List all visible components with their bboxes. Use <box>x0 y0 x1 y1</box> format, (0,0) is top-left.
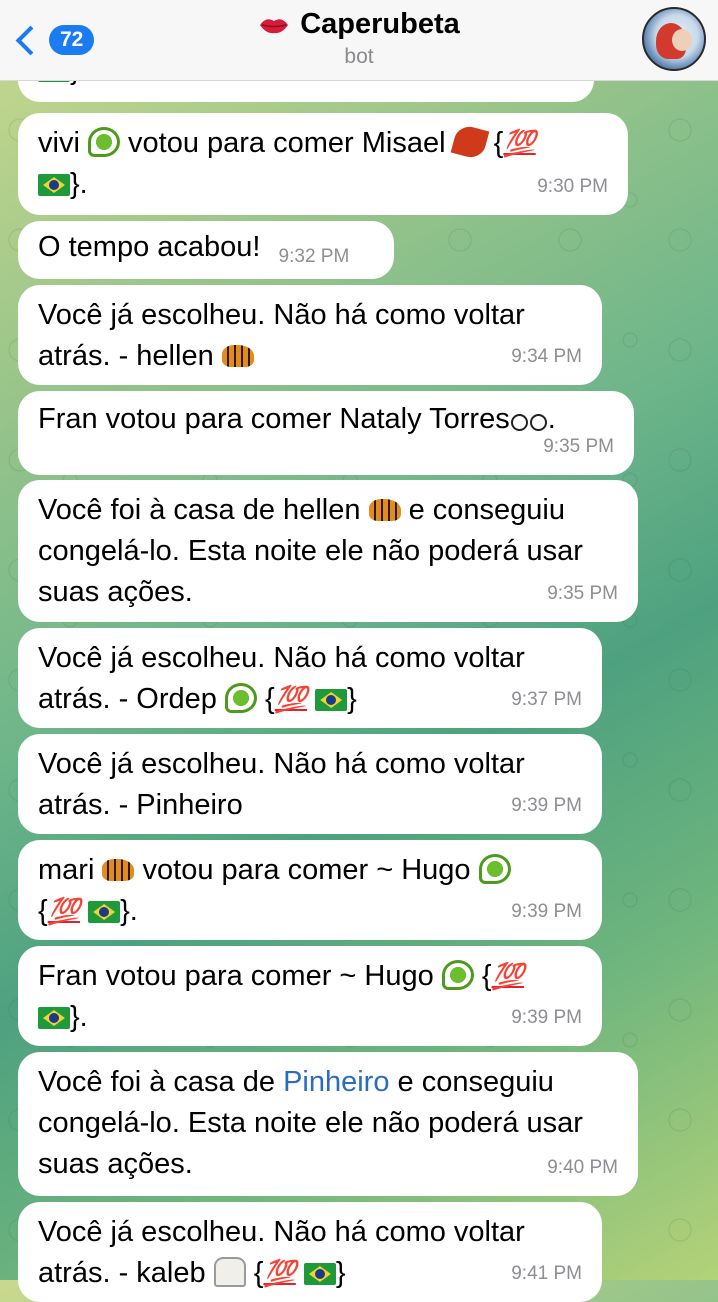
message-bubble[interactable]: vivi votou para comer Misael {💯 }. 9:30 … <box>18 113 628 215</box>
message-text: Você já escolheu. Não há como voltar atr… <box>38 1212 582 1294</box>
message-time: 9:35 PM <box>547 583 618 604</box>
message-bubble[interactable]: Você já escolheu. Não há como voltar atr… <box>18 285 602 385</box>
message-time: 9:34 PM <box>511 346 582 367</box>
message-bubble[interactable]: Você foi à casa de Pinheiro e conseguiu … <box>18 1052 638 1196</box>
avatar[interactable] <box>642 7 706 71</box>
glasses-icon <box>510 408 548 431</box>
hundred-points-icon: 💯 <box>491 961 524 991</box>
message-bubble[interactable]: Você já escolheu. Não há como voltar atr… <box>18 628 602 728</box>
user-mention-link[interactable]: Pinheiro <box>283 1066 389 1098</box>
message-text: Você já escolheu. Não há como voltar atr… <box>38 299 525 372</box>
hundred-points-icon: 💯 <box>263 1258 296 1288</box>
message-text: Fran votou para comer Nataly Torres. <box>38 403 556 435</box>
maple-leaf-icon <box>450 123 489 161</box>
message-time: 9:35 PM <box>543 436 614 457</box>
message-bubble[interactable]: Fran votou para comer ~ Hugo {💯 }. 9:39 … <box>18 946 602 1046</box>
dragon-icon <box>87 127 120 157</box>
chat-header: 72 Caperubeta bot <box>0 0 718 81</box>
brazil-flag-icon <box>303 1263 336 1285</box>
brazil-flag-icon <box>38 1007 70 1029</box>
message-text: Você já escolheu. Não há como voltar atr… <box>38 748 525 821</box>
message-bubble[interactable]: Você já escolheu. Não há como voltar atr… <box>18 734 602 834</box>
message-text: Fran votou para comer ~ Hugo {💯 }. <box>38 956 582 1038</box>
message-time: 9:30 PM <box>537 176 608 197</box>
brazil-flag-icon <box>315 689 348 711</box>
message-text: O tempo acabou! 9:32 PM <box>38 227 374 277</box>
dragon-icon <box>224 683 257 713</box>
message-bubble[interactable]: mari votou para comer ~ Hugo {💯 }. 9:39 … <box>18 840 602 940</box>
message-time: 9:40 PM <box>547 1157 618 1178</box>
chat-title-area[interactable]: Caperubeta bot <box>0 8 718 69</box>
tiger-icon <box>368 499 401 521</box>
tiger-icon <box>102 859 135 881</box>
message-bubble[interactable]: O tempo acabou! 9:32 PM <box>18 221 394 279</box>
dragon-icon <box>441 960 474 990</box>
hundred-points-icon: 💯 <box>274 684 308 714</box>
hundred-points-icon: 💯 <box>503 128 536 158</box>
message-bubble[interactable]: Fran votou para comer Nataly Torres. 9:3… <box>18 391 634 475</box>
message-list[interactable]: }. 9:30 PM vivi votou para comer Misael … <box>0 0 718 1302</box>
message-time: 9:39 PM <box>511 795 582 816</box>
brazil-flag-icon <box>88 901 121 923</box>
message-time: 9:39 PM <box>511 901 582 922</box>
message-text: Você foi à casa de hellen e conseguiu co… <box>38 494 583 608</box>
hundred-points-icon: 💯 <box>47 896 81 926</box>
tiger-icon <box>221 345 254 367</box>
message-text: vivi votou para comer Misael {💯 }. <box>38 123 608 205</box>
message-time: 9:41 PM <box>511 1263 582 1284</box>
message-text: Você já escolheu. Não há como voltar atr… <box>38 638 582 720</box>
lips-icon <box>260 18 289 33</box>
martial-arts-uniform-icon <box>213 1257 246 1287</box>
message-text: mari votou para comer ~ Hugo {💯 }. <box>38 850 582 932</box>
message-bubble[interactable]: Você foi à casa de hellen e conseguiu co… <box>18 480 638 622</box>
message-bubble[interactable]: Você já escolheu. Não há como voltar atr… <box>18 1202 602 1302</box>
message-time: 9:32 PM <box>278 246 350 267</box>
brazil-flag-icon <box>38 174 70 196</box>
dragon-icon <box>478 854 511 884</box>
message-text: Você foi à casa de Pinheiro e conseguiu … <box>38 1066 583 1180</box>
message-time: 9:37 PM <box>511 689 582 710</box>
chat-subtitle: bot <box>344 45 374 68</box>
chat-title: Caperubeta <box>300 8 460 40</box>
message-time: 9:39 PM <box>511 1007 582 1028</box>
